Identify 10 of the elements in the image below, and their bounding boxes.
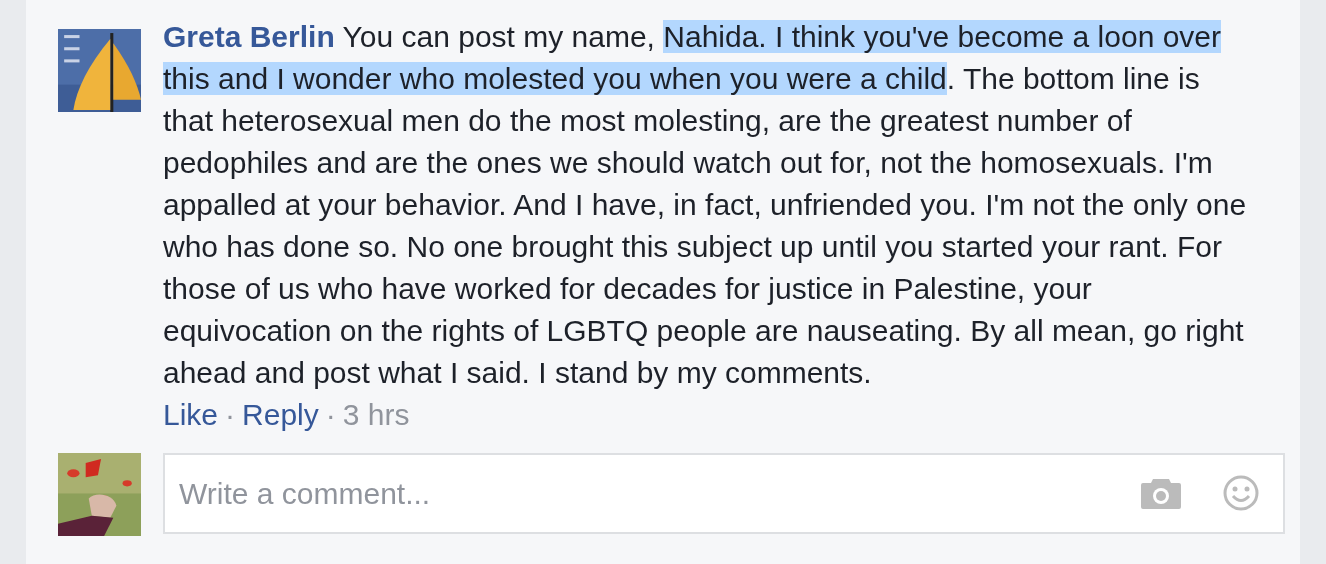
comment-text: Greta Berlin You can post my name, Nahida. I think you've become a loon over this and I wonder who molested you when you were a child. The bottom line is that heterosexual men do the most molesting, are the greatest number of pedophiles and are the ones we should watch out for, not the homosexuals. I'm appalled at your behavior. And I have, in fact, unfriended you. I'm not the only one who has done so. No one brought this subject up until you started your rant. For those of us who have worked for decades for justice in Palestine, your equivocation on the rights of LGBTQ people are nauseating. By all mean, go right ahead and post what I said. I stand by my comments.: [163, 19, 1248, 391]
timestamp: 3 hrs: [342, 397, 410, 433]
separator-dot: ·: [225, 397, 236, 433]
separator-dot: ·: [325, 397, 336, 433]
action-link[interactable]: Like: [163, 394, 219, 436]
camera-icon[interactable]: [1141, 479, 1181, 509]
author-link[interactable]: Greta Berlin: [163, 20, 335, 53]
emoji-icon[interactable]: [1223, 475, 1259, 511]
comment-field[interactable]: Write a comment...: [163, 453, 1285, 534]
action-link[interactable]: Reply: [242, 394, 319, 436]
